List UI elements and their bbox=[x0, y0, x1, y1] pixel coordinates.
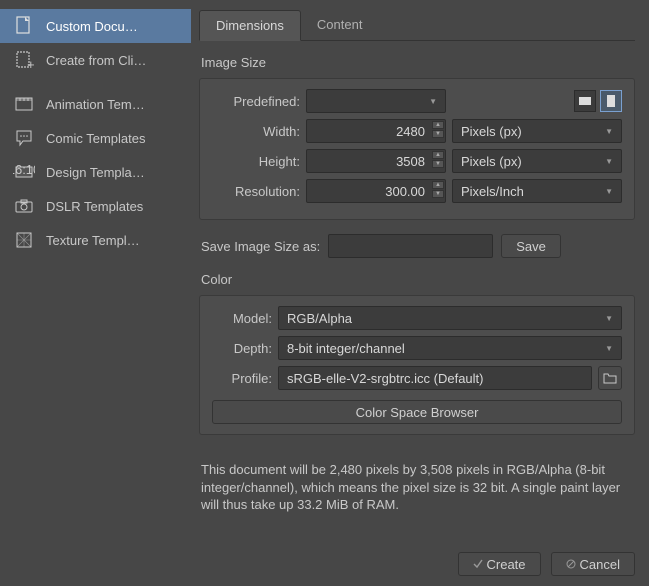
chevron-down-icon: ▼ bbox=[429, 97, 437, 106]
orientation-landscape-button[interactable] bbox=[574, 90, 596, 112]
sidebar-item-label: Animation Tem… bbox=[46, 97, 145, 112]
orientation-portrait-button[interactable] bbox=[600, 90, 622, 112]
color-panel: Model: RGB/Alpha▼ Depth: 8-bit integer/c… bbox=[199, 295, 635, 435]
document-summary: This document will be 2,480 pixels by 3,… bbox=[201, 461, 633, 514]
texture-icon bbox=[12, 228, 36, 252]
save-as-label: Save Image Size as: bbox=[201, 239, 320, 254]
tab-content[interactable]: Content bbox=[301, 10, 379, 40]
tabs: Dimensions Content bbox=[199, 10, 635, 41]
sidebar-item-label: Create from Cli… bbox=[46, 53, 146, 68]
resolution-unit-dropdown[interactable]: Pixels/Inch▼ bbox=[452, 179, 622, 203]
height-input[interactable] bbox=[306, 149, 446, 173]
image-size-title: Image Size bbox=[201, 55, 635, 70]
chevron-down-icon: ▼ bbox=[605, 187, 613, 196]
resolution-step-down[interactable]: ▼ bbox=[432, 190, 444, 198]
height-unit-dropdown[interactable]: Pixels (px)▼ bbox=[452, 149, 622, 173]
film-icon bbox=[12, 92, 36, 116]
camera-icon bbox=[12, 194, 36, 218]
sidebar-item-design-templates[interactable]: 16:10 Design Templa… bbox=[0, 155, 191, 189]
create-button[interactable]: Create bbox=[458, 552, 541, 576]
height-label: Height: bbox=[212, 154, 300, 169]
document-icon bbox=[12, 14, 36, 38]
image-size-panel: Predefined: ▼ Width: ▲▼ Pixels (px)▼ Hei… bbox=[199, 78, 635, 220]
resolution-step-up[interactable]: ▲ bbox=[432, 181, 444, 189]
color-space-browser-button[interactable]: Color Space Browser bbox=[212, 400, 622, 424]
sidebar-item-animation-templates[interactable]: Animation Tem… bbox=[0, 87, 191, 121]
save-button[interactable]: Save bbox=[501, 234, 561, 258]
chevron-down-icon: ▼ bbox=[605, 127, 613, 136]
sidebar-item-texture-templates[interactable]: Texture Templ… bbox=[0, 223, 191, 257]
predefined-dropdown[interactable]: ▼ bbox=[306, 89, 446, 113]
footer: Create Cancel bbox=[199, 552, 635, 576]
sidebar-item-comic-templates[interactable]: Comic Templates bbox=[0, 121, 191, 155]
save-as-input[interactable] bbox=[328, 234, 493, 258]
width-input[interactable] bbox=[306, 119, 446, 143]
tab-dimensions[interactable]: Dimensions bbox=[199, 10, 301, 41]
height-step-down[interactable]: ▼ bbox=[432, 160, 444, 168]
check-icon bbox=[473, 559, 483, 569]
model-label: Model: bbox=[212, 311, 272, 326]
main-panel: Dimensions Content Image Size Predefined… bbox=[191, 0, 649, 586]
clipboard-icon: + bbox=[12, 48, 36, 72]
resolution-label: Resolution: bbox=[212, 184, 300, 199]
depth-label: Depth: bbox=[212, 341, 272, 356]
sidebar-item-custom-document[interactable]: Custom Docu… bbox=[0, 9, 191, 43]
sidebar: Custom Docu… + Create from Cli… Animatio… bbox=[0, 0, 191, 586]
chevron-down-icon: ▼ bbox=[605, 157, 613, 166]
predefined-label: Predefined: bbox=[212, 94, 300, 109]
height-step-up[interactable]: ▲ bbox=[432, 151, 444, 159]
svg-text:+: + bbox=[27, 57, 35, 71]
width-label: Width: bbox=[212, 124, 300, 139]
sidebar-item-label: Comic Templates bbox=[46, 131, 145, 146]
cancel-icon bbox=[566, 559, 576, 569]
ratio-icon: 16:10 bbox=[12, 160, 36, 184]
width-unit-dropdown[interactable]: Pixels (px)▼ bbox=[452, 119, 622, 143]
width-step-down[interactable]: ▼ bbox=[432, 130, 444, 138]
profile-browse-button[interactable] bbox=[598, 366, 622, 390]
sidebar-item-label: Design Templa… bbox=[46, 165, 145, 180]
folder-icon bbox=[603, 371, 617, 385]
cancel-button[interactable]: Cancel bbox=[551, 552, 635, 576]
depth-dropdown[interactable]: 8-bit integer/channel▼ bbox=[278, 336, 622, 360]
chevron-down-icon: ▼ bbox=[605, 314, 613, 323]
resolution-input[interactable] bbox=[306, 179, 446, 203]
sidebar-item-label: Custom Docu… bbox=[46, 19, 138, 34]
sidebar-item-label: DSLR Templates bbox=[46, 199, 143, 214]
sidebar-item-dslr-templates[interactable]: DSLR Templates bbox=[0, 189, 191, 223]
model-dropdown[interactable]: RGB/Alpha▼ bbox=[278, 306, 622, 330]
speech-bubble-icon bbox=[12, 126, 36, 150]
chevron-down-icon: ▼ bbox=[605, 344, 613, 353]
sidebar-item-create-from-clipboard[interactable]: + Create from Cli… bbox=[0, 43, 191, 77]
svg-text:16:10: 16:10 bbox=[13, 162, 35, 177]
profile-dropdown[interactable]: sRGB-elle-V2-srgbtrc.icc (Default) bbox=[278, 366, 592, 390]
sidebar-item-label: Texture Templ… bbox=[46, 233, 140, 248]
profile-label: Profile: bbox=[212, 371, 272, 386]
color-title: Color bbox=[201, 272, 635, 287]
width-step-up[interactable]: ▲ bbox=[432, 121, 444, 129]
